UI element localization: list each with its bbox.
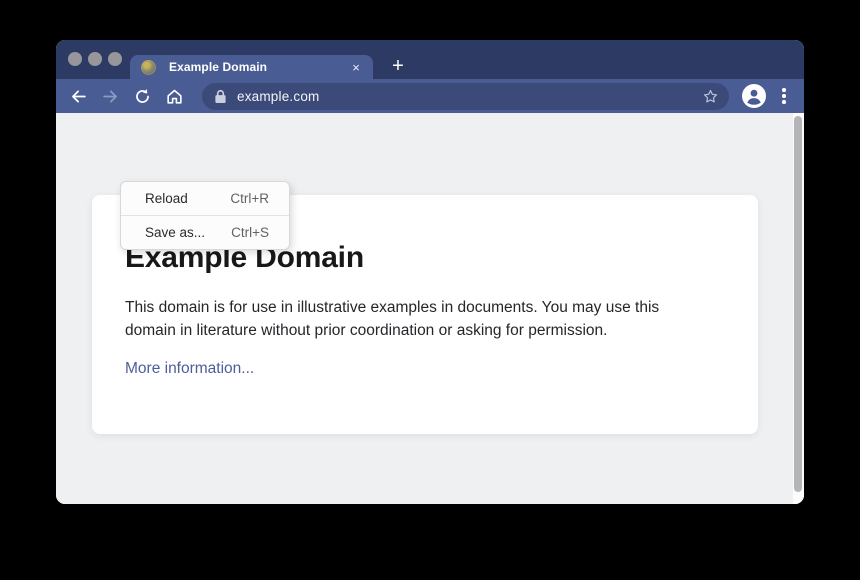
more-information-link[interactable]: More information... — [125, 360, 254, 378]
forward-arrow-icon — [101, 87, 120, 106]
browser-window: Example Domain × + — [56, 40, 804, 504]
reload-icon — [133, 87, 152, 106]
avatar-icon — [741, 83, 767, 109]
forward-button[interactable] — [98, 84, 122, 108]
back-button[interactable] — [66, 84, 90, 108]
minimize-window-button[interactable] — [88, 52, 102, 66]
context-menu: Reload Ctrl+R Save as... Ctrl+S — [120, 181, 290, 250]
back-arrow-icon — [69, 87, 88, 106]
page-paragraph: This domain is for use in illustrative e… — [125, 296, 713, 343]
scrollbar[interactable] — [793, 113, 804, 504]
context-menu-item-save-as[interactable]: Save as... Ctrl+S — [121, 215, 289, 249]
tab-title: Example Domain — [169, 60, 347, 74]
page-content: Example Domain This domain is for use in… — [56, 113, 804, 504]
menu-item-shortcut: Ctrl+S — [231, 225, 269, 240]
titlebar: Example Domain × + — [56, 40, 804, 79]
star-icon — [702, 88, 719, 105]
scrollbar-thumb[interactable] — [794, 116, 802, 492]
tab-close-button[interactable]: × — [347, 58, 365, 76]
browser-menu-button[interactable] — [776, 84, 792, 108]
new-tab-button[interactable]: + — [386, 54, 410, 78]
menu-item-label: Reload — [145, 191, 230, 206]
maximize-window-button[interactable] — [108, 52, 122, 66]
home-icon — [165, 87, 184, 106]
menu-item-label: Save as... — [145, 225, 231, 240]
close-window-button[interactable] — [68, 52, 82, 66]
menu-item-shortcut: Ctrl+R — [230, 191, 269, 206]
address-bar[interactable]: example.com — [202, 83, 729, 110]
bookmark-button[interactable] — [699, 85, 721, 107]
url-text: example.com — [237, 89, 699, 104]
reload-button[interactable] — [130, 84, 154, 108]
context-menu-item-reload[interactable]: Reload Ctrl+R — [121, 182, 289, 215]
lock-icon — [214, 89, 227, 104]
tab-example-domain[interactable]: Example Domain × — [130, 55, 373, 79]
globe-favicon-icon — [141, 60, 156, 75]
window-controls — [68, 52, 122, 66]
home-button[interactable] — [162, 84, 186, 108]
browser-toolbar: example.com — [56, 79, 804, 113]
three-dot-menu-icon — [782, 88, 786, 92]
profile-button[interactable] — [741, 83, 767, 109]
